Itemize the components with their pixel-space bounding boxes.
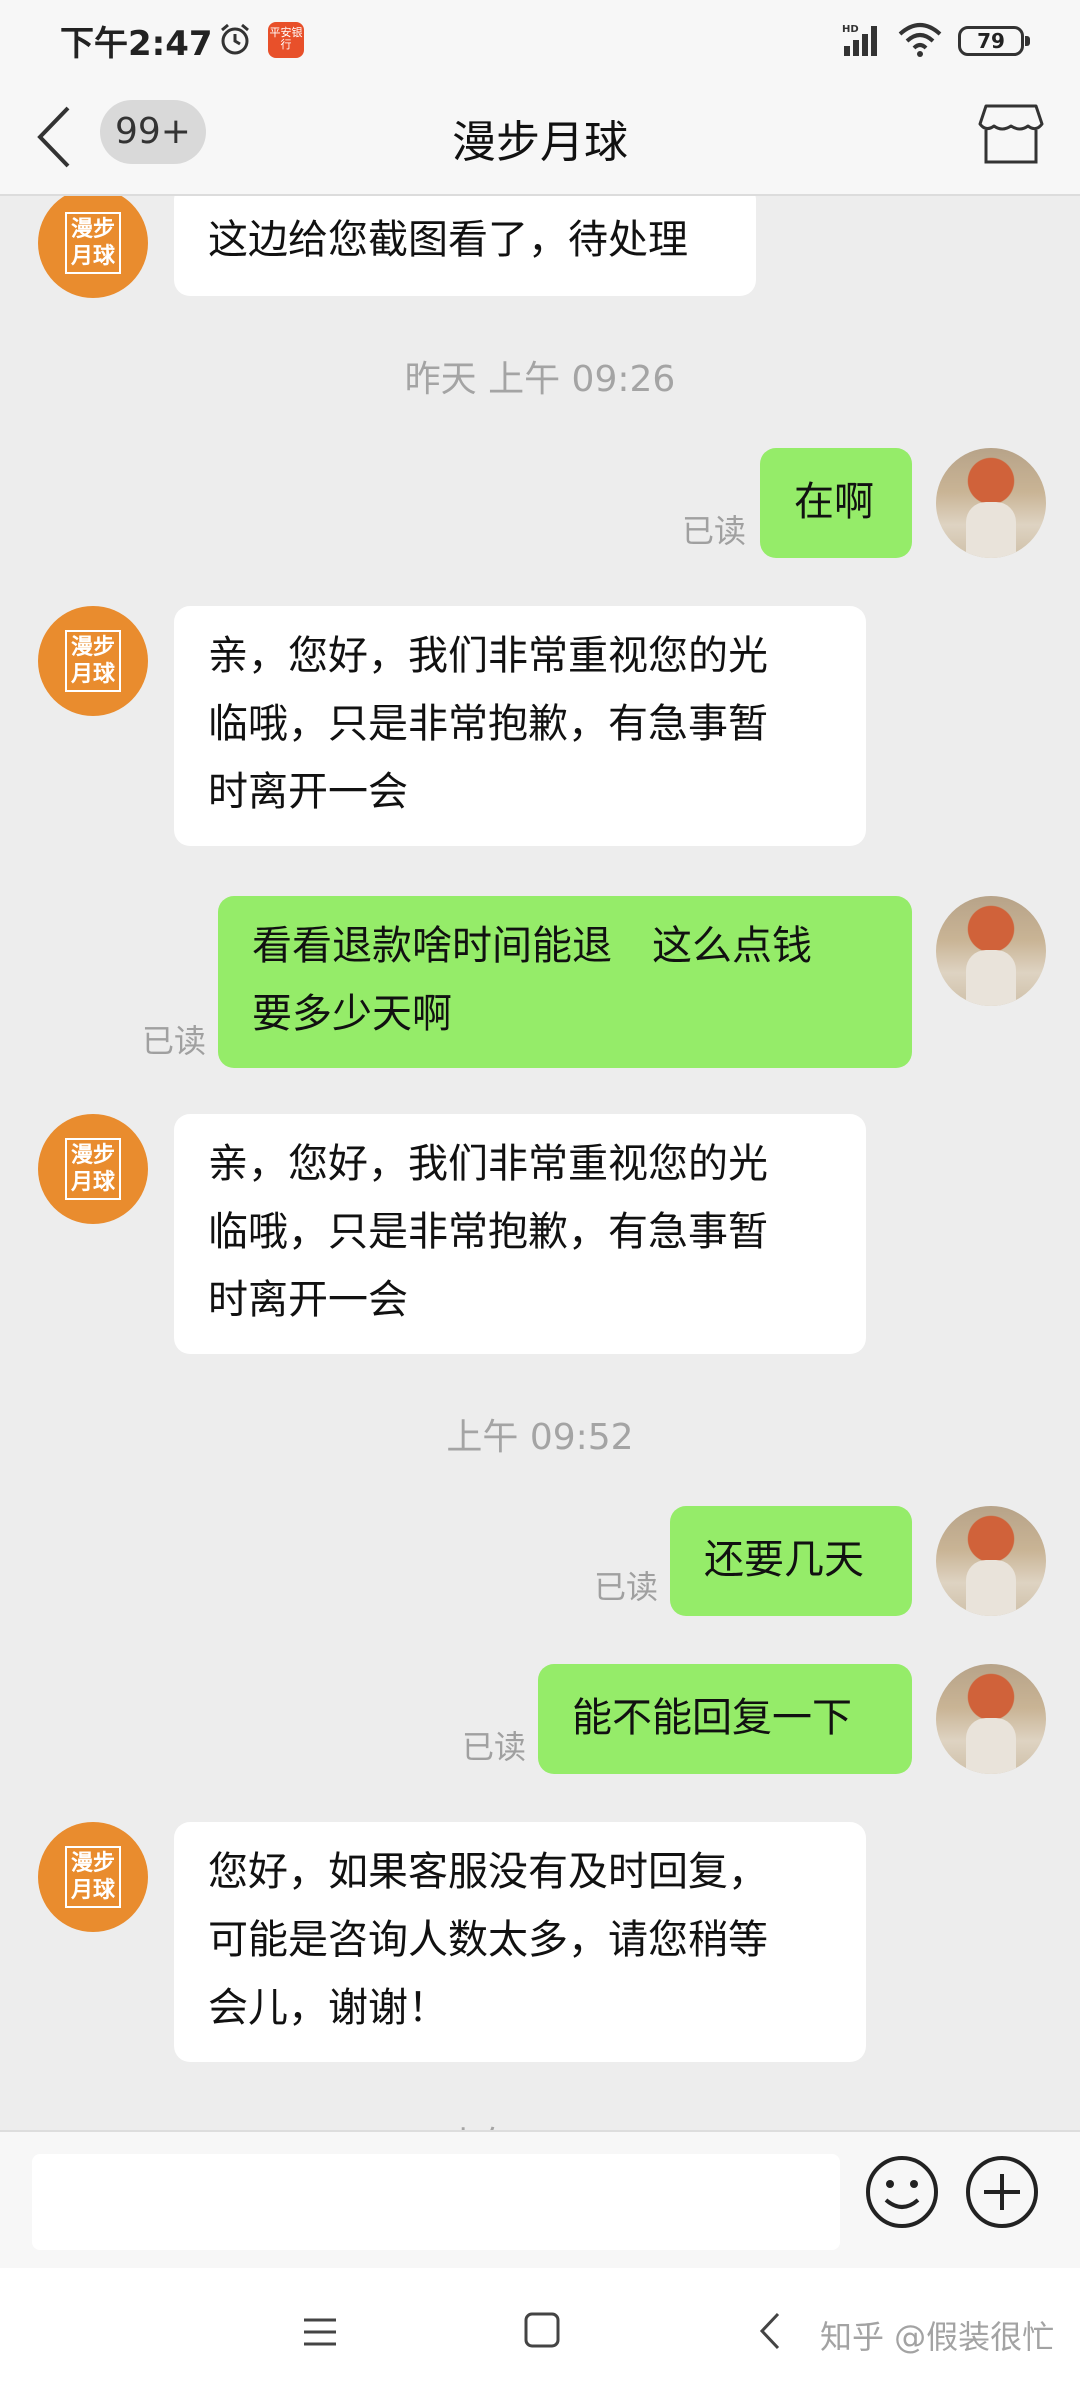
unread-count-badge[interactable]: 99+ (100, 100, 206, 164)
message-text: 能不能回复一下 (572, 1695, 852, 1741)
shop-logo: 漫步 月球 (65, 212, 121, 274)
shop-icon[interactable] (978, 100, 1044, 166)
recent-back-icon[interactable] (752, 2308, 788, 2354)
message-text: 时离开一会 (208, 769, 408, 815)
message-text: 临哦，只是非常抱歉，有急事暂 (208, 1209, 768, 1255)
shop-avatar[interactable]: 漫步 月球 (38, 606, 148, 716)
shop-logo: 漫步 月球 (65, 1846, 121, 1908)
bank-app-icon: 平安银行 (268, 22, 304, 58)
message-bubble-sent[interactable]: 还要几天 (670, 1506, 912, 1616)
message-bubble-received[interactable]: 您好，如果客服没有及时回复， 可能是咨询人数太多，请您稍等 会儿，谢谢！ (174, 1822, 866, 2062)
message-bubble-sent[interactable]: 在啊 (760, 448, 912, 558)
battery-indicator: 79 (958, 26, 1030, 56)
message-bubble-sent[interactable]: 能不能回复一下 (538, 1664, 912, 1774)
shop-avatar[interactable]: 漫步 月球 (38, 1822, 148, 1932)
status-time: 下午2:47 (60, 24, 213, 64)
signal-icon: HD (842, 24, 877, 56)
input-bar (0, 2130, 1080, 2268)
message-text: 时离开一会 (208, 1277, 408, 1323)
message-text: 要多少天啊 (252, 991, 452, 1037)
chat-area[interactable]: 漫步 月球 这边给您截图看了，待处理 昨天 上午 09:26 已读 在啊 漫步 月球… (0, 196, 1080, 2130)
message-bubble-received[interactable]: 亲，您好，我们非常重视您的光 临哦，只是非常抱歉，有急事暂 时离开一会 (174, 1114, 866, 1354)
message-text: 亲，您好，我们非常重视您的光 (208, 1141, 768, 1187)
message-text: 在啊 (794, 479, 874, 525)
user-avatar[interactable] (936, 1664, 1046, 1774)
read-status: 已读 (682, 512, 747, 550)
wifi-icon (898, 23, 942, 57)
message-input[interactable] (32, 2154, 840, 2250)
shop-avatar[interactable]: 漫步 月球 (38, 196, 148, 298)
message-text: 看看退款啥时间能退 这么点钱 (252, 923, 812, 969)
message-text: 您好，如果客服没有及时回复， (208, 1849, 768, 1895)
message-text: 会儿，谢谢！ (208, 1985, 448, 2031)
timestamp: 上午 09:52 (446, 1417, 634, 1458)
message-text: 还要几天 (704, 1537, 864, 1583)
emoji-icon[interactable] (864, 2154, 940, 2230)
status-bar: 下午2:47 平安银行 HD 79 (0, 0, 1080, 80)
watermark: 知乎 @假装很忙 (820, 2318, 1055, 2356)
timestamp-partial: 上午 09:52 (0, 2116, 1080, 2130)
timestamp: 昨天 上午 09:26 (404, 359, 676, 400)
message-bubble-received[interactable]: 亲，您好，我们非常重视您的光 临哦，只是非常抱歉，有急事暂 时离开一会 (174, 606, 866, 846)
message-text: 临哦，只是非常抱歉，有急事暂 (208, 701, 768, 747)
read-status: 已读 (142, 1022, 207, 1060)
read-status: 已读 (462, 1728, 527, 1766)
alarm-icon (221, 23, 249, 55)
home-icon[interactable] (522, 2310, 562, 2350)
message-bubble-received[interactable]: 这边给您截图看了，待处理 (174, 196, 756, 296)
nav-bar: 99+ 漫步月球 (0, 80, 1080, 196)
back-icon[interactable] (30, 100, 80, 174)
shop-logo: 漫步 月球 (65, 1138, 121, 1200)
message-bubble-sent[interactable]: 看看退款啥时间能退 这么点钱 要多少天啊 (218, 896, 912, 1068)
message-text: 可能是咨询人数太多，请您稍等 (208, 1917, 768, 1963)
network-label: HD (842, 24, 859, 35)
plus-icon[interactable] (964, 2154, 1040, 2230)
read-status: 已读 (594, 1568, 659, 1606)
shop-avatar[interactable]: 漫步 月球 (38, 1114, 148, 1224)
user-avatar[interactable] (936, 1506, 1046, 1616)
system-navigation-bar: 知乎 @假装很忙 (0, 2268, 1080, 2400)
menu-icon[interactable] (300, 2312, 340, 2352)
message-text: 亲，您好，我们非常重视您的光 (208, 633, 768, 679)
message-text: 这边给您截图看了，待处理 (208, 217, 688, 263)
user-avatar[interactable] (936, 896, 1046, 1006)
user-avatar[interactable] (936, 448, 1046, 558)
shop-logo: 漫步 月球 (65, 630, 121, 692)
